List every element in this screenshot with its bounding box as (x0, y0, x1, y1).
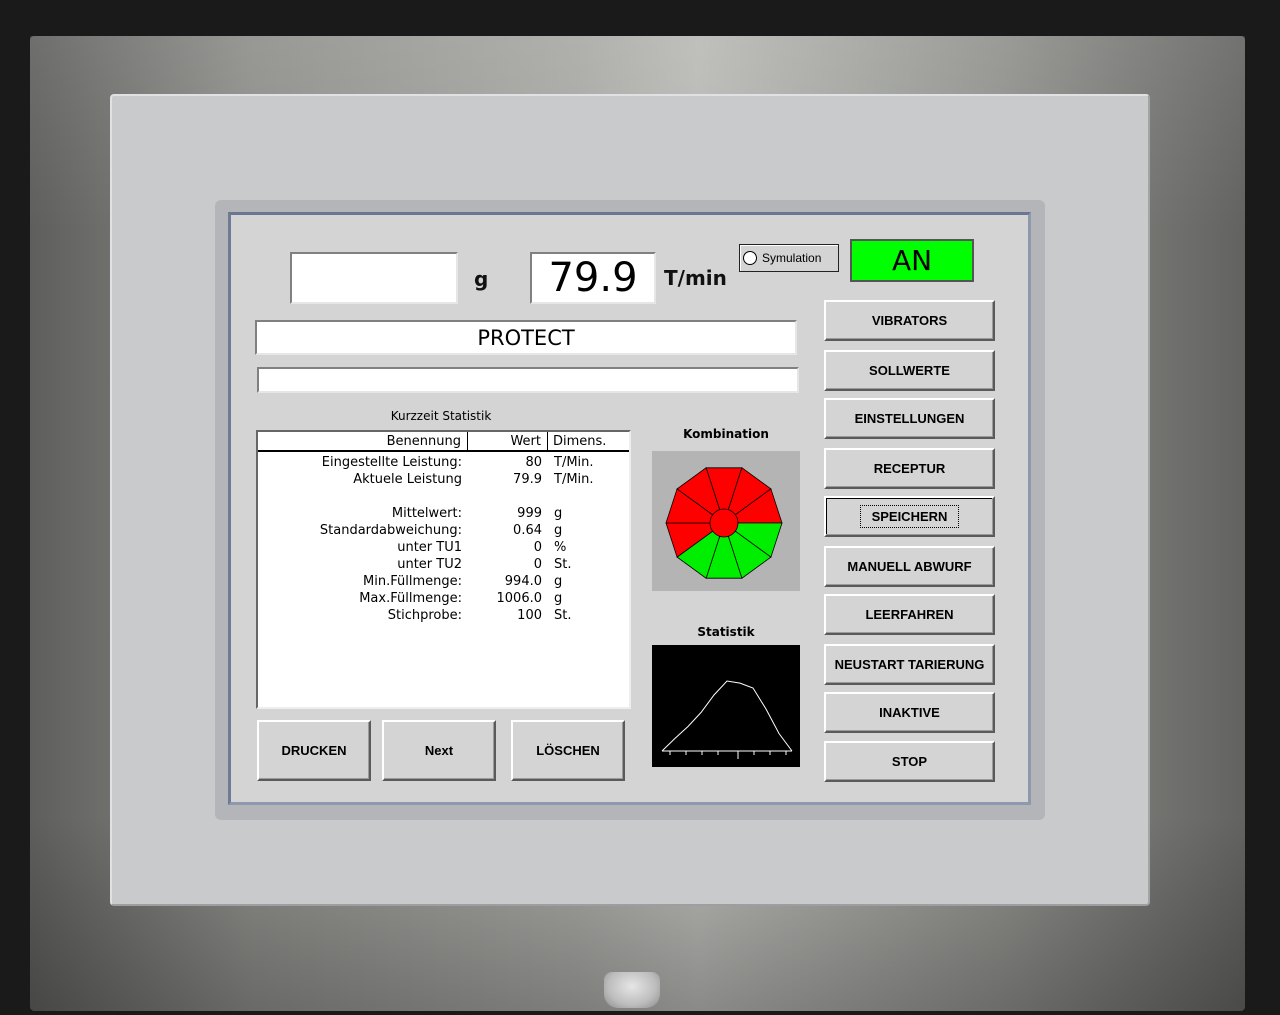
menu-button-manuell-abwurf[interactable]: MANUELL ABWURF (824, 546, 995, 587)
combination-title: Kombination (683, 427, 769, 441)
stat-name: unter TU2 (397, 557, 462, 572)
stat-name: Max.Füllmenge: (359, 591, 462, 606)
stat-name: Eingestellte Leistung: (321, 455, 462, 470)
stat-value: 994.0 (504, 574, 542, 589)
table-row[interactable]: unter TU1 0% (258, 539, 628, 556)
menu-button-label: SOLLWERTE (869, 363, 950, 378)
statistik-title: Statistik (697, 625, 755, 639)
stat-dimension: g (554, 523, 563, 538)
cable-connector (604, 972, 660, 1008)
menu-button-vibrators[interactable]: VIBRATORS (824, 300, 995, 341)
stat-name: Mittelwert: (391, 506, 462, 521)
menu-button-label: EINSTELLUNGEN (854, 411, 965, 426)
print-button-label: DRUCKEN (281, 743, 347, 758)
menu-button-label: INAKTIVE (879, 705, 940, 720)
next-button-label: Next (424, 743, 454, 758)
stat-dimension: g (554, 506, 563, 521)
column-header-dimension[interactable]: Dimens. (548, 432, 629, 452)
table-row[interactable] (258, 488, 628, 505)
stat-value: 1006.0 (496, 591, 543, 606)
product-name: PROTECT (477, 325, 575, 350)
stat-name: Standardabweichung: (319, 523, 462, 538)
stat-value: 999 (517, 506, 542, 521)
speed-unit: T/min (664, 266, 727, 290)
stat-dimension: g (554, 591, 563, 606)
table-row[interactable]: unter TU2 0 St. (258, 556, 628, 573)
table-row[interactable]: Stichprobe: 100 St. (258, 607, 628, 624)
menu-button-label: MANUELL ABWURF (847, 559, 972, 574)
column-header-name[interactable]: Benennung (258, 432, 468, 452)
stat-value: 100 (517, 608, 542, 623)
stat-dimension: St. (554, 608, 572, 623)
weight-unit: g (474, 267, 489, 291)
table-row[interactable]: Aktuele Leistung 79.9 T/Min. (258, 471, 628, 488)
table-row[interactable]: Mittelwert: 999 g (258, 505, 628, 522)
stats-table: Benennung Wert Dimens. Eingestellte Leis… (256, 430, 631, 709)
touch-screen: g 79.9 T/min Symulation AN PROTECT Kurzz… (228, 212, 1031, 805)
stat-name: Aktuele Leistung (353, 472, 462, 487)
product-name-field: PROTECT (255, 320, 797, 355)
menu-button-label: STOP (891, 754, 928, 769)
status-indicator: AN (850, 239, 974, 282)
weight-display (290, 252, 458, 304)
status-label: AN (891, 244, 933, 277)
table-row[interactable]: Eingestellte Leistung: 80 T/Min. (258, 454, 628, 471)
distribution-chart (661, 680, 793, 759)
stat-value: 0 (533, 557, 542, 572)
column-header-value[interactable]: Wert (468, 432, 548, 452)
stat-value: 79.9 (513, 472, 542, 487)
simulation-label: Symulation (762, 251, 822, 265)
distribution-curve (661, 680, 793, 752)
next-button[interactable]: Next (382, 720, 496, 781)
menu-button-label: SPEICHERN (859, 505, 960, 528)
combination-diagram (665, 467, 783, 579)
menu-button-label: RECEPTUR (873, 461, 946, 476)
stat-name: Stichprobe: (387, 608, 462, 623)
message-line (257, 367, 799, 393)
menu-button-leerfahren[interactable]: LEERFAHREN (824, 594, 995, 635)
menu-button-inaktive[interactable]: INAKTIVE (824, 692, 995, 733)
stat-dimension: St. (554, 557, 572, 572)
menu-button-einstellungen[interactable]: EINSTELLUNGEN (824, 398, 995, 439)
stat-value: 0.64 (513, 523, 542, 538)
simulation-toggle[interactable]: Symulation (739, 244, 839, 272)
stat-name: unter TU1 (397, 540, 462, 555)
print-button[interactable]: DRUCKEN (257, 720, 371, 781)
combination-center (709, 508, 739, 538)
stat-dimension: g (554, 574, 563, 589)
delete-button[interactable]: LÖSCHEN (511, 720, 625, 781)
stats-title: Kurzzeit Statistik (390, 409, 492, 423)
speed-value: 79.9 (548, 255, 638, 301)
menu-button-label: VIBRATORS (871, 313, 948, 328)
menu-button-stop[interactable]: STOP (824, 741, 995, 782)
stat-dimension: % (554, 540, 567, 555)
delete-button-label: LÖSCHEN (536, 743, 600, 758)
radio-circle-icon[interactable] (743, 251, 757, 265)
table-row[interactable]: Min.Füllmenge: 994.0 g (258, 573, 628, 590)
menu-button-neustart-tarierung[interactable]: NEUSTART TARIERUNG (824, 644, 995, 685)
stat-value: 80 (525, 455, 542, 470)
statistik-panel (652, 645, 800, 767)
stat-name: Min.Füllmenge: (363, 574, 462, 589)
table-row[interactable]: Max.Füllmenge: 1006.0 g (258, 590, 628, 607)
speed-display: 79.9 (530, 252, 656, 304)
menu-button-speichern[interactable]: SPEICHERN (824, 496, 995, 537)
stat-dimension: T/Min. (554, 472, 594, 487)
menu-button-label: NEUSTART TARIERUNG (834, 657, 985, 672)
menu-button-receptur[interactable]: RECEPTUR (824, 448, 995, 489)
stat-dimension: T/Min. (554, 455, 594, 470)
menu-button-label: LEERFAHREN (865, 607, 954, 622)
table-row[interactable]: Standardabweichung: 0.64 g (258, 522, 628, 539)
combination-panel (652, 451, 800, 591)
stat-value: 0 (533, 540, 542, 555)
menu-button-sollwerte[interactable]: SOLLWERTE (824, 350, 995, 391)
